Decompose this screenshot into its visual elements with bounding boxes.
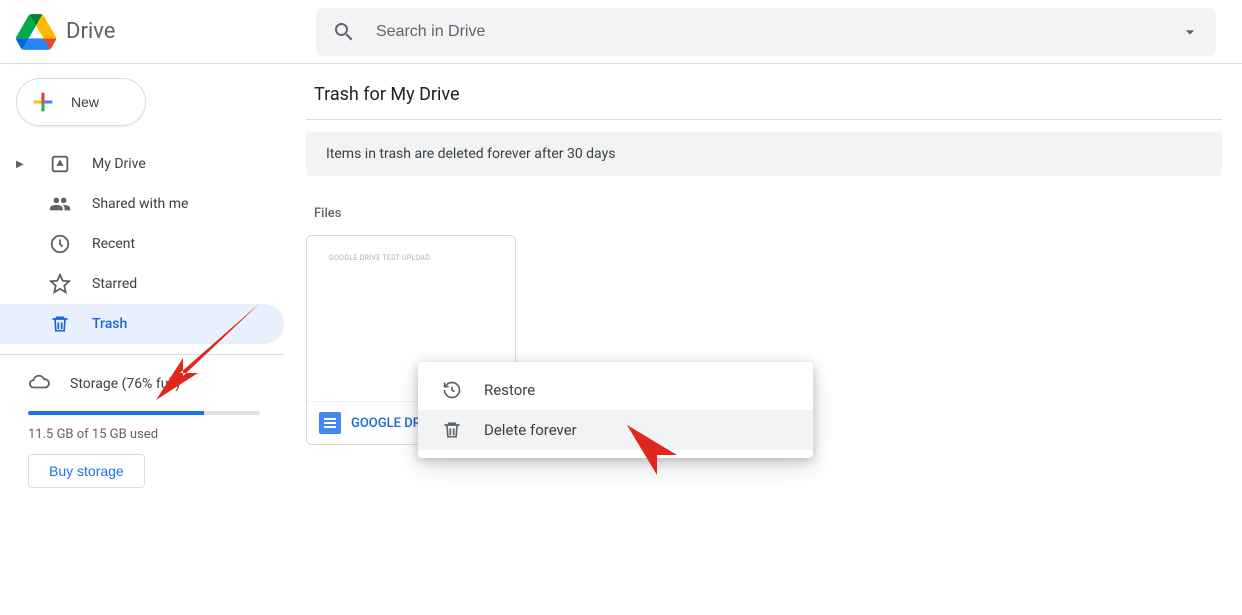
drive-logo-icon: [16, 12, 56, 52]
app-name: Drive: [66, 19, 115, 44]
sidebar-item-label: Starred: [92, 276, 137, 292]
new-button-label: New: [71, 94, 99, 110]
sidebar-item-shared[interactable]: Shared with me: [0, 184, 284, 224]
search-bar[interactable]: [316, 8, 1216, 56]
storage-progress-fill: [28, 411, 204, 415]
star-icon: [48, 273, 72, 295]
plus-icon: [29, 88, 57, 116]
new-button[interactable]: New: [16, 78, 146, 126]
trash-info-banner: Items in trash are deleted forever after…: [306, 132, 1222, 176]
sidebar-item-recent[interactable]: Recent: [0, 224, 284, 264]
search-icon: [332, 20, 356, 44]
menu-item-restore[interactable]: Restore: [418, 370, 813, 410]
storage-progress-bar: [28, 411, 260, 415]
my-drive-icon: [48, 153, 72, 175]
search-options-icon[interactable]: [1180, 22, 1200, 42]
storage-usage-text: 11.5 GB of 15 GB used: [0, 423, 300, 454]
logo-area[interactable]: Drive: [16, 12, 316, 52]
restore-icon: [442, 380, 462, 400]
app-header: Drive: [0, 0, 1242, 64]
files-section-label: Files: [314, 206, 1222, 221]
buy-storage-button[interactable]: Buy storage: [28, 454, 145, 488]
menu-item-label: Restore: [484, 381, 535, 399]
sidebar-item-label: Shared with me: [92, 196, 188, 212]
cloud-icon: [28, 371, 50, 397]
expand-caret-icon[interactable]: ▶: [16, 159, 28, 170]
annotation-arrow-trash: [150, 298, 270, 408]
sidebar-item-my-drive[interactable]: ▶ My Drive: [0, 144, 284, 184]
sidebar: New ▶ My Drive Shared with me Recent: [0, 64, 300, 488]
delete-icon: [442, 420, 462, 440]
shared-icon: [48, 193, 72, 215]
menu-item-label: Delete forever: [484, 421, 577, 439]
recent-icon: [48, 233, 72, 255]
trash-icon: [48, 314, 72, 334]
google-docs-icon: [319, 412, 341, 434]
sidebar-item-label: Trash: [92, 316, 127, 332]
page-title: Trash for My Drive: [306, 78, 1222, 120]
annotation-arrow-delete: [622, 420, 762, 540]
search-input[interactable]: [376, 23, 1180, 41]
sidebar-item-label: My Drive: [92, 156, 146, 172]
sidebar-item-label: Recent: [92, 236, 135, 252]
